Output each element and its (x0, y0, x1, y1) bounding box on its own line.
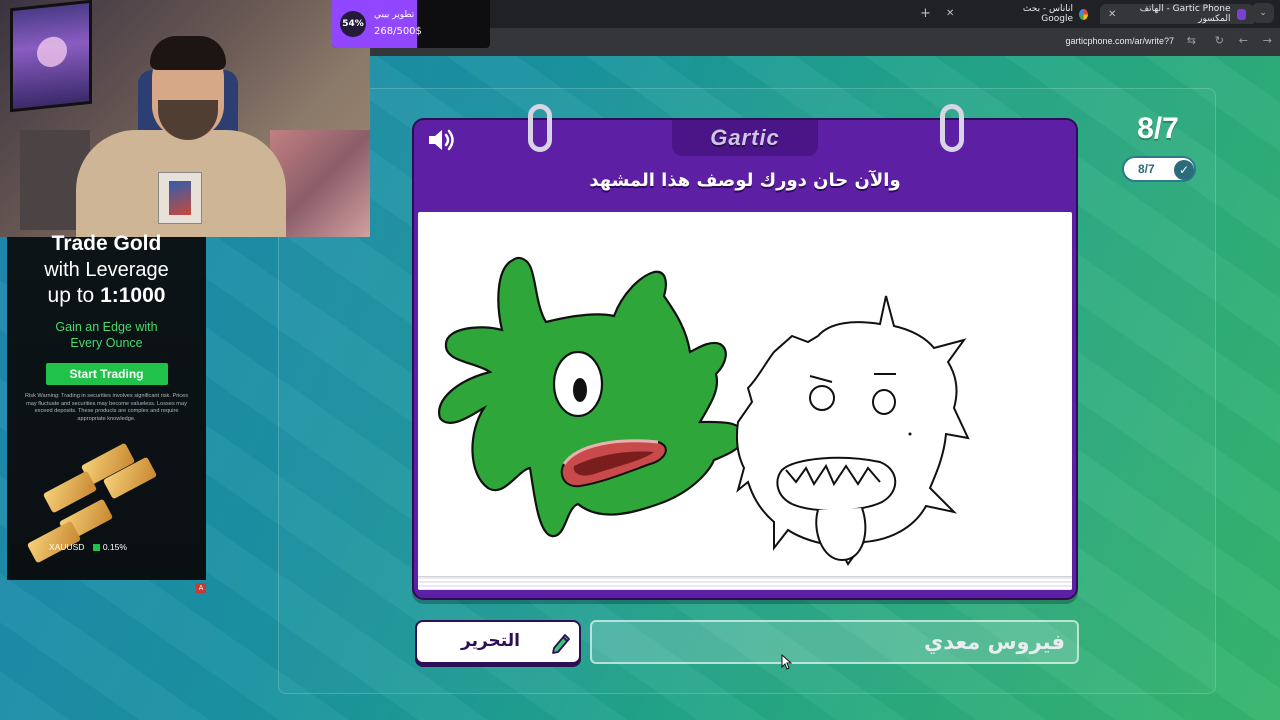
forward-icon[interactable]: → (1263, 34, 1272, 47)
webcam-feed (0, 0, 370, 237)
canvas-page-stack (418, 576, 1072, 590)
tab-google-search[interactable]: اناناس - بحث Google (996, 4, 1096, 24)
ad-badge: A (196, 583, 206, 593)
ad-subtitle-2: Every Ounce (70, 336, 143, 350)
edit-button[interactable]: التحرير (415, 620, 581, 664)
ticker-symbol: XAUUSD (49, 542, 85, 552)
pencil-icon (552, 634, 570, 654)
goal-count: 268/500$ (374, 26, 422, 37)
goal-percent: 54% (340, 11, 366, 37)
round-counter: 8/7 (1137, 112, 1179, 145)
tab-label: Gartic Phone - الهاتف المكسور (1139, 4, 1231, 24)
advertisement-banner[interactable]: Trade Gold with Leverage up to 1:1000 Ga… (7, 232, 206, 580)
mouse-cursor-icon (781, 654, 793, 670)
google-icon (1079, 8, 1088, 20)
ad-line-2: with Leverage (44, 259, 169, 281)
ad-subtitle-1: Gain an Edge with (55, 320, 158, 334)
close-icon[interactable]: ✕ (946, 8, 954, 19)
reload-icon[interactable]: ↻ (1215, 34, 1224, 47)
subscriber-goal-widget: 54% تطوير بيبي 268/500$ (332, 0, 490, 48)
ad-ticker: XAUUSD 0.15% (49, 542, 127, 552)
ticker-change: 0.15% (93, 542, 127, 552)
gartic-logo: Gartic (672, 120, 818, 156)
drawing-canvas (418, 212, 1072, 590)
white-virus-drawing (735, 295, 970, 566)
binder-ring-right (940, 104, 964, 152)
green-virus-drawing (437, 256, 746, 538)
drawing-image (437, 256, 970, 566)
back-icon[interactable]: ← (1239, 34, 1248, 47)
ad-line-3: up to 1:1000 (47, 284, 166, 307)
new-tab-button[interactable]: + (920, 6, 931, 21)
tab-gartic-phone[interactable]: Gartic Phone - الهاتف المكسور ✕ (1100, 4, 1254, 24)
gartic-favicon-icon (1236, 8, 1246, 20)
tab-label: اناناس - بحث Google (1022, 4, 1074, 24)
tab-search-chevron-icon[interactable]: ⌄ (1252, 3, 1274, 23)
edit-button-label: التحرير (461, 631, 520, 651)
check-icon: ✓ (1174, 160, 1194, 180)
url-input[interactable]: garticphone.com/ar/write?7 (1065, 36, 1174, 46)
prompt-title: والآن حان دورك لوصف هذا المشهد (589, 170, 901, 191)
binder-ring-left (528, 104, 552, 152)
ad-risk-warning: Risk Warning: Trading in securities invo… (25, 393, 188, 422)
ad-headline: Trade Gold (51, 232, 162, 255)
round-status-label: 8/7 (1138, 162, 1155, 176)
start-trading-button[interactable]: Start Trading (45, 363, 168, 385)
round-status-pill: 8/7 ✓ (1122, 156, 1196, 182)
tune-icon[interactable]: ⇆ (1187, 34, 1196, 47)
speaker-icon[interactable] (426, 126, 456, 154)
answer-input[interactable]: فيروس معدي (590, 620, 1079, 664)
goal-title: تطوير بيبي (374, 10, 415, 20)
close-icon[interactable]: ✕ (1108, 9, 1116, 20)
gold-bars-image (26, 442, 165, 564)
